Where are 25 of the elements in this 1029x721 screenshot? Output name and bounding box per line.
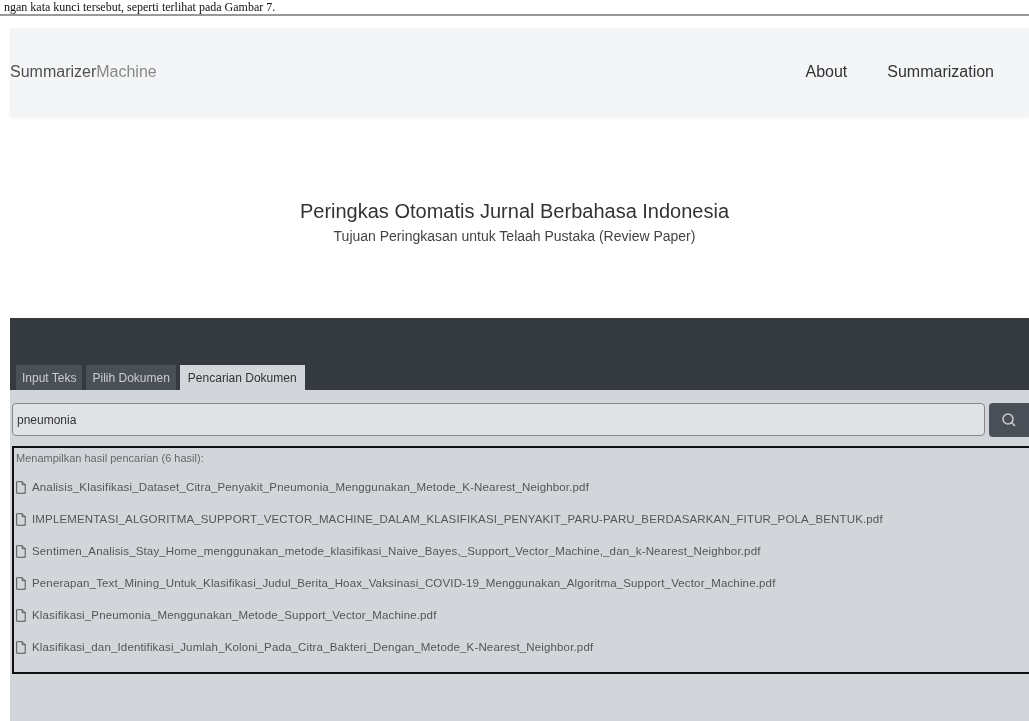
search-field[interactable]: pneumonia (12, 403, 985, 436)
search-button[interactable] (989, 403, 1029, 437)
file-icon (16, 576, 26, 590)
file-link[interactable]: Klasifikasi_Pneumonia_Menggunakan_Metode_Support_Vector_Machine.pdf (32, 609, 437, 621)
document-text: ngan kata kunci tersebut, seperti terlihat pada Gambar 7. (0, 0, 1029, 16)
tab[interactable]: Pilih Dokumen (86, 365, 176, 390)
file-icon (16, 480, 26, 494)
brand-logo[interactable]: SummarizerMachine (10, 63, 157, 81)
file-link[interactable]: IMPLEMENTASI_ALGORITMA_SUPPORT_VECTOR_MACHINE_DALAM_KLASIFIKASI_PENYAKIT_PARU-PARU_BERDASARKAN_FITUR_POLA_BENTUK.pdf (32, 513, 883, 525)
file-icon (16, 640, 26, 654)
nav-link[interactable]: About (805, 63, 848, 81)
tab[interactable]: Pencarian Dokumen (179, 365, 305, 390)
search-icon (1001, 412, 1017, 428)
file-icon (16, 544, 26, 558)
file-link[interactable]: Analisis_Klasifikasi_Dataset_Citra_Penyakit_Pneumonia_Menggunakan_Metode_K-Nearest_Neighbor.pdf (32, 481, 589, 493)
file-link[interactable]: Klasifikasi_dan_Identifikasi_Jumlah_Koloni_Pada_Citra_Bakteri_Dengan_Metode_K-Nearest_Neighbor.pdf (32, 641, 594, 653)
file-icon (16, 608, 26, 622)
results-summary: Menampilkan hasil pencarian (6 hasil): (16, 452, 205, 464)
file-link[interactable]: Penerapan_Text_Mining_Untuk_Klasifikasi_Judul_Berita_Hoax_Vaksinasi_COVID-19_Menggunakan_Algoritma_Support_Vector_Machine.pdf (32, 577, 776, 589)
nav-link[interactable]: Summarization (887, 63, 994, 81)
tab[interactable]: Input Teks (16, 365, 83, 390)
file-icon (16, 512, 26, 526)
file-link[interactable]: Sentimen_Analisis_Stay_Home_menggunakan_metode_klasifikasi_Naive_Bayes,_Support_Vector_Machine,_dan_k-Nearest_Neighbor.pdf (32, 545, 761, 557)
page-subtitle: Tujuan Peringkasan untuk Telaah Pustaka (Review Paper) (333, 228, 696, 244)
page-title: Peringkas Otomatis Jurnal Berbahasa Indonesia (299, 200, 730, 223)
